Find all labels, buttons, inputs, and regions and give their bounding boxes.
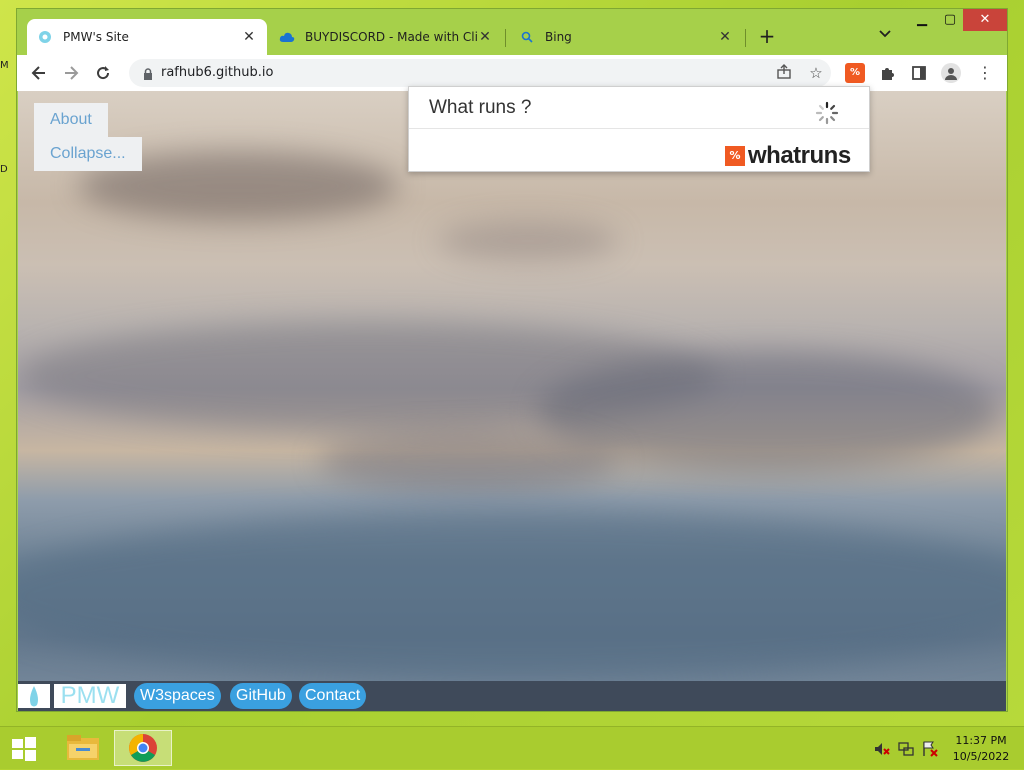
tab-separator — [505, 29, 506, 47]
close-tab-icon[interactable]: ✕ — [477, 29, 493, 45]
droplet-icon — [18, 684, 50, 708]
maximize-button[interactable]: ▢ — [935, 9, 965, 31]
url-text: rafhub6.github.io — [161, 65, 274, 80]
taskbar: 11:37 PM 10/5/2022 — [0, 726, 1024, 769]
system-clock[interactable]: 11:37 PM 10/5/2022 — [946, 733, 1016, 765]
collapse-link[interactable]: Collapse... — [34, 137, 142, 171]
network-icon[interactable] — [898, 741, 914, 757]
kebab-menu-icon[interactable]: ⋮ — [975, 63, 995, 83]
tab-buydiscord[interactable]: BUYDISCORD - Made with Clipch ✕ — [269, 19, 503, 55]
pmw-brand[interactable]: PMW — [54, 684, 126, 708]
whatruns-logo: % whatruns — [725, 142, 851, 170]
reload-icon[interactable] — [91, 61, 115, 85]
whatruns-mark-icon: % — [725, 146, 745, 166]
windows-start-icon[interactable] — [12, 737, 36, 761]
profile-avatar-icon[interactable] — [941, 63, 961, 83]
popup-title: What runs ? — [429, 97, 532, 118]
whatruns-popup: What runs ? % whatruns — [408, 86, 870, 172]
speaker-muted-icon[interactable] — [874, 741, 890, 757]
whatruns-wordmark: whatruns — [748, 142, 851, 169]
cloud-icon — [279, 29, 295, 45]
chrome-taskbar-icon[interactable] — [114, 730, 172, 766]
new-tab-button[interactable]: + — [755, 25, 779, 49]
pmw-favicon-icon — [37, 29, 53, 45]
close-window-button[interactable]: ✕ — [963, 9, 1007, 31]
sky-cloud — [318, 431, 618, 491]
github-link[interactable]: GitHub — [230, 683, 292, 709]
flag-alert-icon[interactable] — [922, 741, 938, 757]
sky-cloud — [18, 511, 1006, 681]
tab-separator — [745, 29, 746, 47]
forward-arrow-icon[interactable] — [59, 61, 83, 85]
site-footer: PMW W3spaces GitHub Contact — [18, 681, 1006, 711]
whatruns-extension-icon[interactable]: % — [845, 63, 865, 83]
share-icon[interactable] — [775, 64, 793, 82]
minimize-button[interactable]: ▁ — [907, 9, 937, 31]
bookmark-star-icon[interactable]: ☆ — [807, 64, 825, 82]
lock-icon — [143, 66, 153, 85]
tab-strip: PMW's Site ✕ BUYDISCORD - Made with Clip… — [17, 9, 1007, 55]
tab-title: Bing — [545, 30, 572, 44]
file-explorer-icon[interactable] — [54, 730, 112, 766]
close-tab-icon[interactable]: ✕ — [717, 29, 733, 45]
w3spaces-link[interactable]: W3spaces — [134, 683, 221, 709]
address-bar[interactable]: rafhub6.github.io ☆ — [129, 59, 831, 87]
desktop-icon-label: M — [0, 60, 9, 71]
loading-spinner-icon — [815, 101, 839, 125]
popup-divider — [409, 128, 869, 129]
search-icon — [519, 29, 535, 45]
contact-link[interactable]: Contact — [299, 683, 367, 709]
clock-date: 10/5/2022 — [952, 750, 1010, 763]
tab-title: BUYDISCORD - Made with Clipch — [305, 30, 477, 44]
about-link[interactable]: About — [34, 103, 108, 137]
tab-bing[interactable]: Bing ✕ — [509, 19, 743, 55]
sky-cloud — [438, 221, 618, 261]
puzzle-icon[interactable] — [877, 63, 897, 83]
chevron-down-icon[interactable] — [875, 27, 895, 47]
side-panel-icon[interactable] — [909, 63, 929, 83]
desktop-icon-label: D — [0, 164, 8, 175]
tab-pmw-site[interactable]: PMW's Site ✕ — [27, 19, 267, 55]
page-content: About Collapse... PMW W3spaces GitHub Co… — [18, 91, 1006, 711]
clock-time: 11:37 PM — [955, 734, 1007, 747]
close-tab-icon[interactable]: ✕ — [241, 29, 257, 45]
back-arrow-icon[interactable] — [27, 61, 51, 85]
tab-title: PMW's Site — [63, 30, 129, 44]
